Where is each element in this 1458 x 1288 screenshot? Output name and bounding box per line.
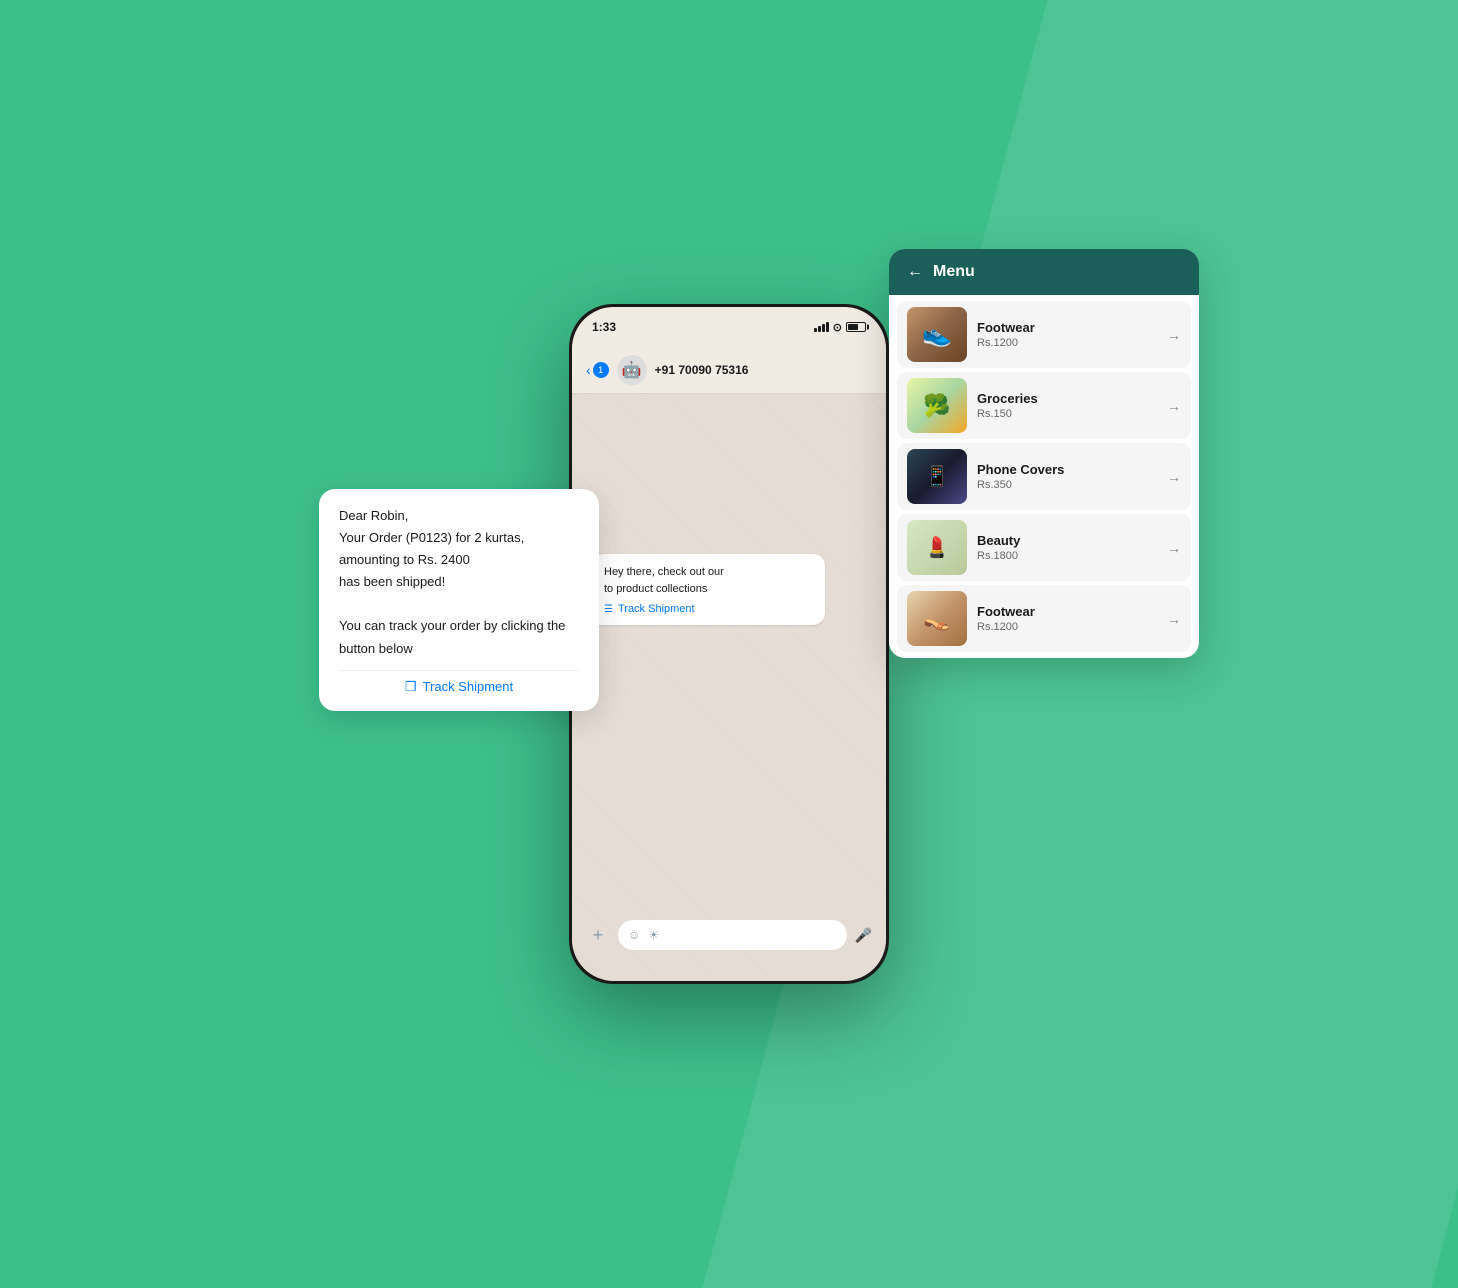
footwear2-image: 👡 xyxy=(907,591,967,646)
camera-icon: ☀ xyxy=(648,928,659,942)
footwear-image: 👟 xyxy=(907,307,967,362)
footwear2-arrow-icon: → xyxy=(1167,611,1181,627)
wifi-icon: ⊙ xyxy=(833,321,842,334)
message-input[interactable]: ☺ ☀ xyxy=(618,920,847,950)
menu-item-footwear2[interactable]: 👡 Footwear Rs.1200 → xyxy=(897,585,1191,652)
notification-badge: 1 xyxy=(593,362,609,378)
track-info-2: button below xyxy=(339,641,413,656)
beauty-image: 💄 xyxy=(907,520,967,575)
mic-button[interactable]: 🎤 xyxy=(855,927,872,944)
shipped-line: has been shipped! xyxy=(339,574,445,589)
groceries-name: Groceries xyxy=(977,391,1157,406)
top-track-shipment-link[interactable]: ☰ Track Shipment xyxy=(604,603,813,615)
back-button[interactable]: ‹ 1 xyxy=(586,362,609,378)
menu-item-groceries[interactable]: 🥦 Groceries Rs.150 → xyxy=(897,372,1191,439)
contact-avatar: 🤖 xyxy=(617,355,647,385)
footwear2-info: Footwear Rs.1200 xyxy=(977,604,1157,633)
menu-header: ← Menu xyxy=(889,249,1199,295)
external-link-icon: ❐ xyxy=(405,679,417,695)
attach-button[interactable]: + xyxy=(586,925,610,946)
footwear-price: Rs.1200 xyxy=(977,337,1157,349)
beauty-price: Rs.1800 xyxy=(977,550,1157,562)
menu-item-beauty[interactable]: 💄 Beauty Rs.1800 → xyxy=(897,514,1191,581)
phone-covers-name: Phone Covers xyxy=(977,462,1157,477)
top-bubble-content: Hey there, check out ourto product colle… xyxy=(592,554,825,625)
status-icons: ⊙ xyxy=(814,321,866,334)
menu-item-footwear[interactable]: 👟 Footwear Rs.1200 → xyxy=(897,301,1191,368)
groceries-info: Groceries Rs.150 xyxy=(977,391,1157,420)
groceries-emoji: 🥦 xyxy=(923,393,950,419)
left-track-shipment-link[interactable]: ❐ Track Shipment xyxy=(339,670,579,695)
battery-icon xyxy=(846,322,866,332)
shoes-emoji: 👟 xyxy=(922,320,952,349)
beauty-info: Beauty Rs.1800 xyxy=(977,533,1157,562)
sticker-icon: ☺ xyxy=(628,928,640,942)
footwear-name: Footwear xyxy=(977,320,1157,335)
amount-line: amounting to Rs. 2400 xyxy=(339,552,470,567)
groceries-price: Rs.150 xyxy=(977,408,1157,420)
signal-icon xyxy=(814,322,829,332)
footwear-arrow-icon: → xyxy=(1167,327,1181,343)
list-icon: ☰ xyxy=(604,604,613,615)
menu-title: Menu xyxy=(933,263,975,281)
chat-input-area: + ☺ ☀ 🎤 xyxy=(572,912,886,958)
scene: 1:33 ⊙ ‹ 1 xyxy=(379,169,1079,1119)
beauty-arrow-icon: → xyxy=(1167,540,1181,556)
time-display: 1:33 xyxy=(592,320,616,334)
top-chat-bubble: Hey there, check out ourto product colle… xyxy=(592,554,866,625)
phone-covers-image: 📱 xyxy=(907,449,967,504)
chat-header: ‹ 1 🤖 +91 70090 75316 xyxy=(572,347,886,394)
groceries-arrow-icon: → xyxy=(1167,398,1181,414)
top-bubble-text: Hey there, check out ourto product colle… xyxy=(604,564,813,597)
footwear2-price: Rs.1200 xyxy=(977,621,1157,633)
left-track-label: Track Shipment xyxy=(423,679,514,694)
beauty-name: Beauty xyxy=(977,533,1157,548)
beauty-emoji: 💄 xyxy=(925,535,950,560)
groceries-image: 🥦 xyxy=(907,378,967,433)
phone: 1:33 ⊙ ‹ 1 xyxy=(569,304,889,984)
phone-covers-price: Rs.350 xyxy=(977,479,1157,491)
phone-emoji: 📱 xyxy=(925,464,950,489)
track-info-1: You can track your order by clicking the xyxy=(339,618,565,633)
top-track-shipment-label: Track Shipment xyxy=(618,603,695,615)
footwear-info: Footwear Rs.1200 xyxy=(977,320,1157,349)
menu-items-list: 👟 Footwear Rs.1200 → 🥦 Groceries Rs.150 … xyxy=(889,295,1199,658)
footwear2-name: Footwear xyxy=(977,604,1157,619)
order-line: Your Order (P0123) for 2 kurtas, xyxy=(339,530,524,545)
dear-robin: Dear Robin, xyxy=(339,508,408,523)
phone-covers-arrow-icon: → xyxy=(1167,469,1181,485)
left-floating-bubble: Dear Robin, Your Order (P0123) for 2 kur… xyxy=(319,489,599,711)
left-bubble-text: Dear Robin, Your Order (P0123) for 2 kur… xyxy=(339,505,579,660)
back-arrow-icon: ‹ xyxy=(586,362,591,378)
menu-panel: ← Menu 👟 Footwear Rs.1200 → 🥦 Grocerie xyxy=(889,249,1199,658)
footwear2-emoji: 👡 xyxy=(923,606,950,632)
contact-name: +91 70090 75316 xyxy=(655,363,749,377)
phone-covers-info: Phone Covers Rs.350 xyxy=(977,462,1157,491)
menu-back-icon[interactable]: ← xyxy=(907,263,923,281)
status-bar: 1:33 ⊙ xyxy=(572,307,886,347)
phone-screen: 1:33 ⊙ ‹ 1 xyxy=(572,307,886,981)
menu-item-phone-covers[interactable]: 📱 Phone Covers Rs.350 → xyxy=(897,443,1191,510)
